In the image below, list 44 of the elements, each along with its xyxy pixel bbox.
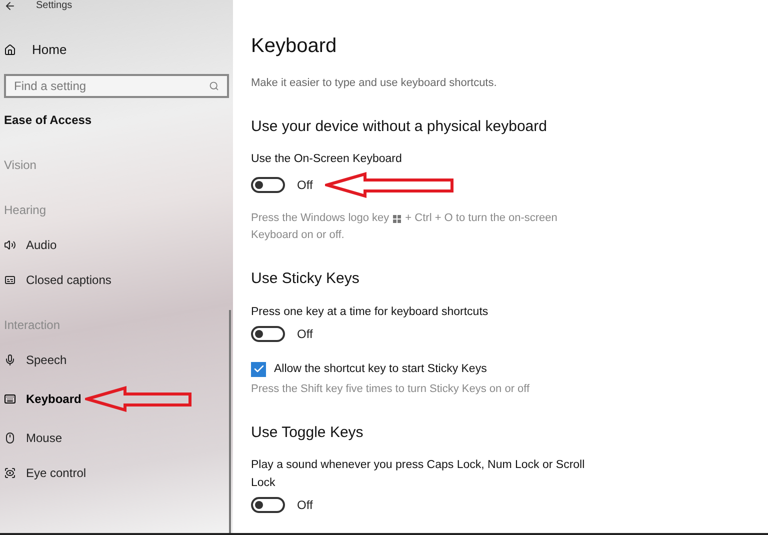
nav-item[interactable]: Keyboard [0,390,82,408]
section-heading: Use Sticky Keys [251,269,360,289]
toggle-switch[interactable] [251,497,285,514]
hint-text: Keyboard on or off. [251,228,344,243]
setting-label: Use the On-Screen Keyboard [251,152,403,167]
hint-text: + Ctrl + O to turn the on-screen [405,211,558,226]
group-heading: Hearing [3,202,48,218]
hint-text: Press the Windows logo key [251,211,390,226]
section-heading: Use your device without a physical keyboard [251,116,548,136]
window-title: Settings [36,1,72,11]
nav-item[interactable]: Closed captions [0,270,112,288]
windows-logo-icon [393,214,402,222]
captions-icon [4,274,16,286]
toggle-switch[interactable] [251,177,285,193]
checkbox-label: Allow the shortcut key to start Sticky Keys [274,362,487,376]
nav-item[interactable]: Mouse [0,428,62,446]
section-heading: Use Toggle Keys [251,422,364,443]
toggle-state: Off [297,177,313,194]
setting-label: Press one key at a time for keyboard shortcuts [251,304,490,320]
search-input[interactable]: Find a setting [14,76,184,94]
page-subtitle: Make it easier to type and use keyboard shortcuts. [251,76,498,91]
checkbox[interactable] [251,362,266,377]
nav-item[interactable]: Eye control [0,464,86,482]
microphone-icon [4,354,16,366]
toggle-state: Off [297,497,313,514]
toggle-state: Off [297,326,313,342]
page-title: Keyboard [251,34,338,59]
mouse-icon [4,432,16,444]
search-field[interactable]: Find a setting [4,74,229,98]
setting-label: Play a sound whenever you press Caps Lock, Num Lock or Scroll Lock [251,458,586,492]
eye-icon [4,466,16,478]
group-heading: Vision [3,156,38,174]
back-icon[interactable] [4,0,16,12]
keyboard-icon [4,392,16,404]
group-heading: Interaction [3,316,62,334]
home-link[interactable]: Home [0,40,233,60]
toggle-switch[interactable] [251,326,285,342]
nav-item[interactable]: Audio [0,236,57,254]
speaker-icon [4,238,16,250]
search-icon[interactable] [209,80,219,90]
nav-item[interactable]: Speech [0,350,67,368]
category-heading: Ease of Access [3,112,93,128]
home-icon [4,44,16,56]
hint-text: Press the Shift key five times to turn Sticky Keys on or off [251,382,530,397]
